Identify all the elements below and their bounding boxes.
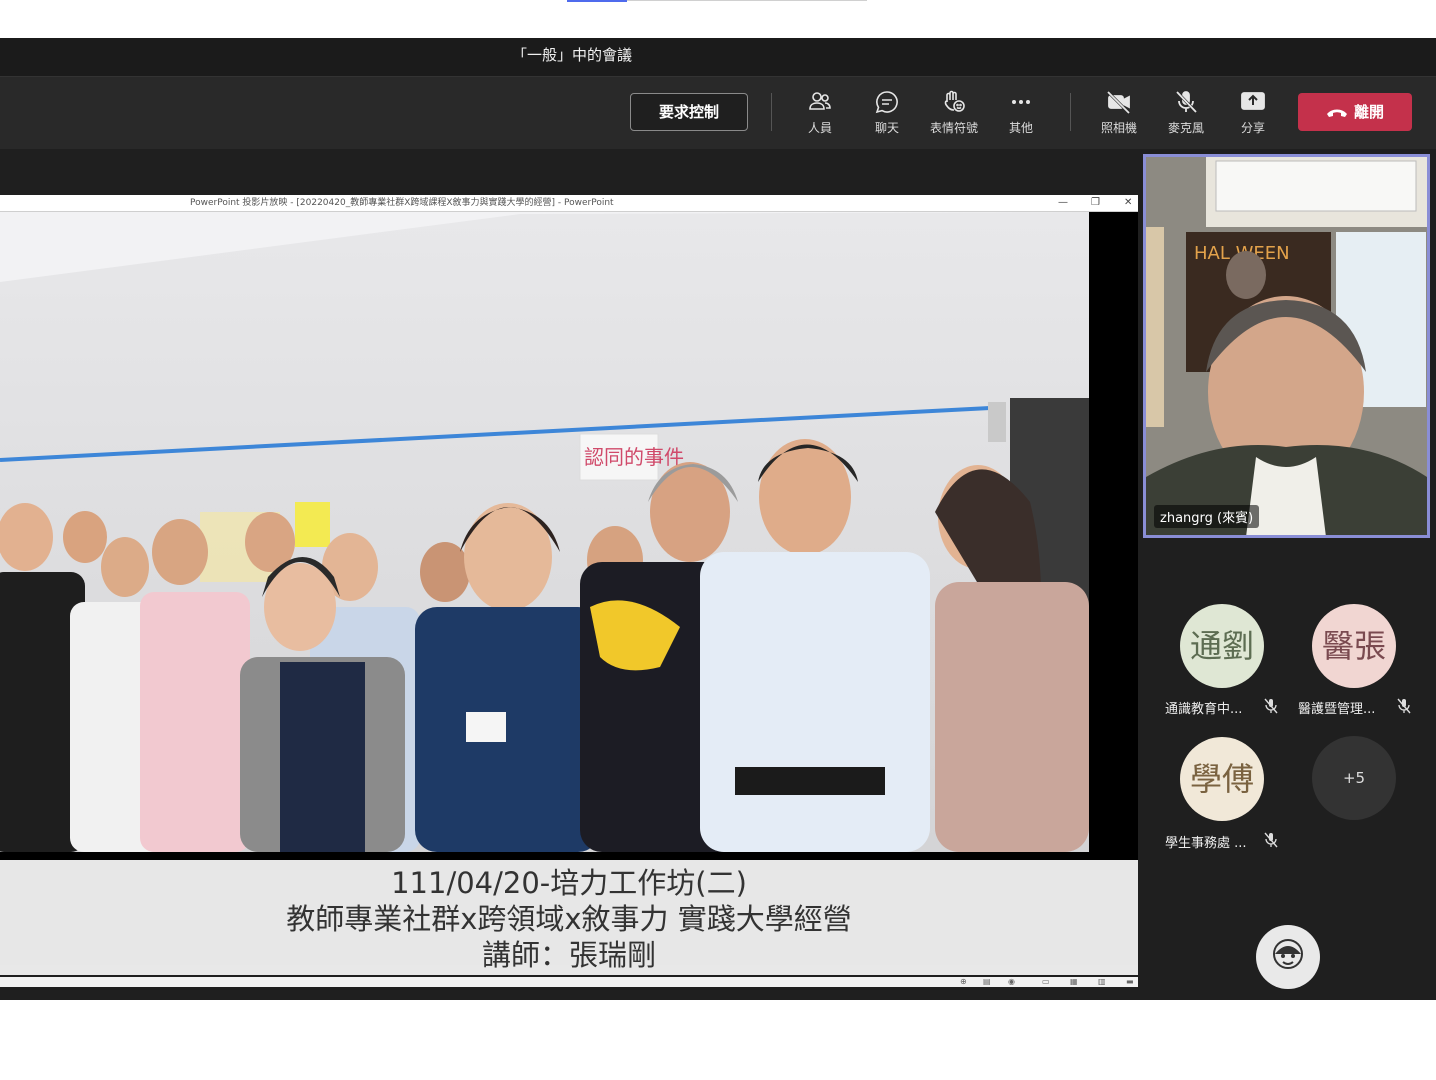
mic-toggle-button[interactable]: 麥克風: [1156, 89, 1216, 141]
people-icon: [809, 92, 831, 110]
caption-line-2: 教師專業社群x跨領域x敘事力 實踐大學經營: [286, 902, 852, 936]
leave-label: 離開: [1353, 103, 1384, 121]
participants-panel: HAL WEEN zhangrg (來賓) 通劉 通識教育中... 醫張 醫護暨…: [1143, 149, 1436, 1000]
chat-label: 聊天: [874, 121, 899, 135]
play-icon[interactable]: ◉: [1008, 977, 1015, 986]
participant-avatar[interactable]: 學傅: [1180, 737, 1264, 821]
participant-name: 通識教育中...: [1165, 702, 1243, 717]
whiteboard-note: 認同的事件: [584, 445, 684, 469]
chat-button[interactable]: 聊天: [857, 89, 917, 141]
participant-avatar[interactable]: 醫張: [1312, 604, 1396, 688]
powerpoint-statusbar: ⊕ ▤ ◉ ▭ ▦ ▥ ▬: [0, 977, 1138, 987]
chat-icon: [875, 91, 898, 114]
window-titlebar: 「一般」中的會議: [0, 38, 1436, 77]
mic-off-icon: [1264, 832, 1278, 848]
watermark-logo-icon: [1256, 925, 1320, 989]
request-control-button[interactable]: 要求控制: [630, 93, 748, 131]
more-dots-icon: [1012, 100, 1030, 104]
more-label: 其他: [1008, 121, 1033, 135]
mic-off-icon: [1175, 90, 1198, 114]
speaker-video-frame: HAL WEEN: [1146, 157, 1427, 535]
powerpoint-titlebar: PowerPoint 投影片放映 - [20220420_教師專業社群X跨域課程…: [0, 195, 1138, 212]
zoom-in-icon[interactable]: ⊕: [960, 977, 967, 986]
participant-avatar[interactable]: 通劉: [1180, 604, 1264, 688]
slide-caption: 111/04/20-培力工作坊(二) 教師專業社群x跨領域x敘事力 實踐大學經營…: [0, 860, 1138, 975]
slide-sorter-icon[interactable]: ▦: [1070, 977, 1078, 986]
camera-off-icon: [1106, 90, 1131, 115]
leave-button[interactable]: 離開: [1298, 93, 1412, 131]
share-label: 分享: [1240, 121, 1265, 135]
browser-tab-indicator: [567, 0, 627, 2]
people-button[interactable]: 人員: [790, 89, 850, 141]
mic-off-icon: [1397, 698, 1411, 714]
restore-icon: ❐: [1091, 197, 1100, 208]
reactions-button[interactable]: 表情符號: [924, 89, 984, 141]
more-participants-button[interactable]: +5: [1312, 736, 1396, 820]
speaker-name-tag: zhangrg (來賓): [1154, 505, 1260, 528]
participant-name: 學生事務處 ...: [1165, 836, 1247, 851]
caption-line-3: 講師：張瑞剛: [481, 938, 656, 972]
mic-label: 麥克風: [1167, 121, 1204, 135]
meeting-window: 「一般」中的會議 要求控制 人員 聊天 表情符號 其他 照相機 麥克風 分享 離…: [0, 38, 1436, 1000]
toolbar-divider: [771, 93, 772, 131]
share-screen-icon: [1241, 92, 1265, 110]
camera-label: 照相機: [1100, 121, 1137, 135]
close-icon: ✕: [1124, 197, 1133, 208]
active-speaker-video[interactable]: HAL WEEN zhangrg (來賓): [1143, 154, 1430, 538]
minimize-icon: —: [1058, 197, 1068, 208]
camera-toggle-button[interactable]: 照相機: [1089, 89, 1149, 141]
browser-tab-divider: [627, 0, 867, 1]
hang-up-icon: [1326, 109, 1347, 117]
group-photo-image: 認同的事件: [0, 212, 1089, 852]
slide-group-photo: 認同的事件: [0, 212, 1089, 852]
toolbar-divider: [1070, 93, 1071, 131]
more-options-button[interactable]: 其他: [991, 89, 1051, 141]
reading-view-icon[interactable]: ▥: [1098, 977, 1106, 986]
share-button[interactable]: 分享: [1223, 89, 1283, 141]
powerpoint-window-title: PowerPoint 投影片放映 - [20220420_教師專業社群X跨域課程…: [190, 198, 614, 208]
raise-hand-emoji-icon: [944, 90, 965, 112]
participant-name: 醫護暨管理...: [1298, 702, 1376, 717]
shared-screen[interactable]: PowerPoint 投影片放映 - [20220420_教師專業社群X跨域課程…: [0, 195, 1138, 987]
caption-line-1: 111/04/20-培力工作坊(二): [391, 866, 747, 900]
mic-off-icon: [1264, 698, 1278, 714]
grid-view-icon[interactable]: ▤: [983, 977, 991, 986]
meeting-toolbar: 要求控制 人員 聊天 表情符號 其他 照相機 麥克風 分享 離開: [0, 77, 1436, 149]
reactions-label: 表情符號: [929, 121, 978, 135]
people-label: 人員: [807, 121, 832, 135]
slideshow-view-icon[interactable]: ▬: [1126, 977, 1134, 986]
meeting-title: 「一般」中的會議: [512, 46, 633, 64]
shared-screen-stage: PowerPoint 投影片放映 - [20220420_教師專業社群X跨域課程…: [0, 149, 1143, 1000]
normal-view-icon[interactable]: ▭: [1042, 977, 1050, 986]
